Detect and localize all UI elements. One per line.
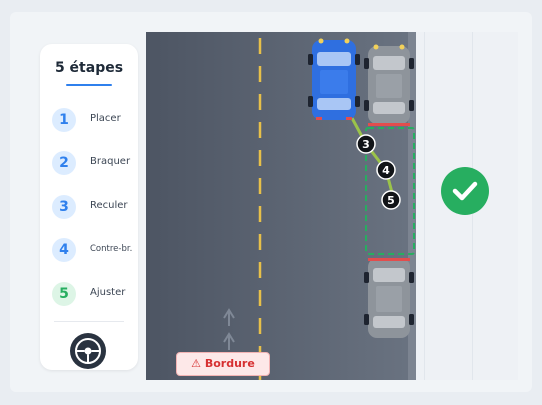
svg-text:4: 4 [382, 164, 390, 177]
step-number: 4 [52, 238, 76, 262]
steering-wheel-button[interactable] [70, 333, 106, 369]
step-number: 2 [52, 151, 76, 175]
step-label: Ajuster [90, 287, 126, 298]
steps-panel: 5 étapes 1 Placer 2 Braquer 3 Reculer 4 … [40, 44, 138, 370]
step-item-ajuster[interactable]: 5 Ajuster [52, 282, 138, 306]
steering-wheel-icon [75, 338, 101, 364]
parked-car-front [364, 44, 414, 126]
player-car[interactable] [308, 38, 360, 121]
step-label: Braquer [90, 156, 131, 167]
step-marker-4: 4 [376, 160, 396, 180]
step-number: 5 [52, 282, 76, 306]
step-item-braquer[interactable]: 2 Braquer [52, 151, 138, 175]
step-number: 1 [52, 108, 76, 132]
step-item-reculer[interactable]: 3 Reculer [52, 195, 138, 219]
step-label: Placer [90, 113, 121, 124]
step-marker-5: 5 [381, 190, 401, 210]
svg-text:3: 3 [362, 138, 370, 151]
svg-text:5: 5 [387, 194, 395, 207]
step-item-contre-braquer[interactable]: 4 Contre-br. [52, 238, 138, 262]
parking-scene: 3 4 5 [146, 32, 416, 380]
title-underline [66, 84, 112, 86]
step-label: Contre-br. [90, 244, 133, 254]
step-label: Reculer [90, 200, 128, 211]
step-number: 3 [52, 195, 76, 219]
step-marker-3: 3 [356, 134, 376, 154]
step-item-placer[interactable]: 1 Placer [52, 108, 138, 132]
success-check-icon [441, 167, 489, 215]
panel-divider [54, 321, 124, 322]
steps-title: 5 étapes [54, 60, 124, 76]
parked-car-rear [364, 258, 414, 338]
curb-warning-badge: ⚠ Bordure [176, 352, 270, 376]
